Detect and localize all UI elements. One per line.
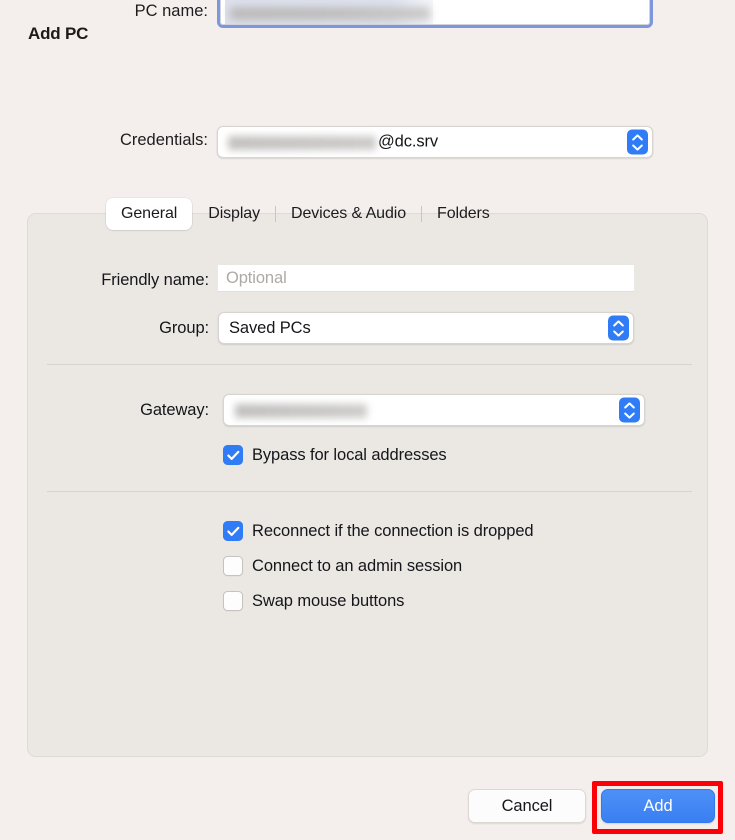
- checkbox-row-swap-mouse-buttons[interactable]: Swap mouse buttons: [223, 591, 404, 611]
- checkbox-label-reconnect: Reconnect if the connection is dropped: [252, 521, 534, 540]
- checkbox-row-bypass-local-addresses[interactable]: Bypass for local addresses: [223, 445, 447, 465]
- friendly-name-placeholder: Optional: [226, 268, 287, 287]
- pc-name-redacted-value: [230, 7, 430, 20]
- gateway-popup-button[interactable]: [223, 394, 645, 426]
- checkbox-row-admin-session[interactable]: Connect to an admin session: [223, 556, 462, 576]
- panel-divider: [47, 364, 692, 365]
- cancel-button[interactable]: Cancel: [468, 789, 586, 823]
- gateway-redacted-value: [235, 404, 367, 418]
- panel-divider: [47, 491, 692, 492]
- gateway-stepper-icon[interactable]: [619, 397, 640, 423]
- pc-name-label: PC name:: [134, 2, 208, 20]
- credentials-label: Credentials:: [119, 131, 208, 149]
- group-stepper-icon[interactable]: [608, 315, 629, 341]
- checkbox-unchecked-icon[interactable]: [223, 556, 243, 576]
- tab-folders[interactable]: Folders: [422, 198, 505, 230]
- checkbox-row-reconnect[interactable]: Reconnect if the connection is dropped: [223, 521, 534, 541]
- credentials-domain-text: @dc.srv: [378, 132, 439, 151]
- credentials-popup-button[interactable]: @dc.srv: [217, 126, 653, 158]
- friendly-name-label: Friendly name:: [101, 271, 209, 289]
- tab-display[interactable]: Display: [193, 198, 275, 230]
- checkbox-checked-icon[interactable]: [223, 521, 243, 541]
- group-value: Saved PCs: [229, 318, 311, 337]
- tab-general[interactable]: General: [106, 198, 193, 230]
- credentials-redacted-username: [228, 136, 376, 150]
- checkbox-checked-icon[interactable]: [223, 445, 243, 465]
- checkbox-unchecked-icon[interactable]: [223, 591, 243, 611]
- checkbox-label-admin-session: Connect to an admin session: [252, 556, 463, 575]
- group-popup-button[interactable]: Saved PCs: [218, 312, 634, 344]
- checkbox-label-swap-mouse-buttons: Swap mouse buttons: [252, 591, 405, 610]
- checkbox-label-bypass-local-addresses: Bypass for local addresses: [252, 445, 447, 464]
- tab-bar[interactable]: General Display Devices & Audio Folders: [106, 198, 505, 230]
- pc-name-input[interactable]: [217, 0, 653, 28]
- friendly-name-input[interactable]: Optional: [218, 265, 634, 292]
- credentials-stepper-icon[interactable]: [627, 129, 648, 155]
- gateway-label: Gateway:: [140, 401, 209, 419]
- group-label: Group:: [159, 319, 209, 337]
- page-title: Add PC: [28, 24, 89, 43]
- tab-devices-and-audio[interactable]: Devices & Audio: [276, 198, 421, 230]
- general-tab-panel: Friendly name: Optional Group: Saved PCs…: [27, 213, 708, 757]
- add-button[interactable]: Add: [601, 789, 715, 823]
- pc-name-input-inner: [220, 0, 650, 25]
